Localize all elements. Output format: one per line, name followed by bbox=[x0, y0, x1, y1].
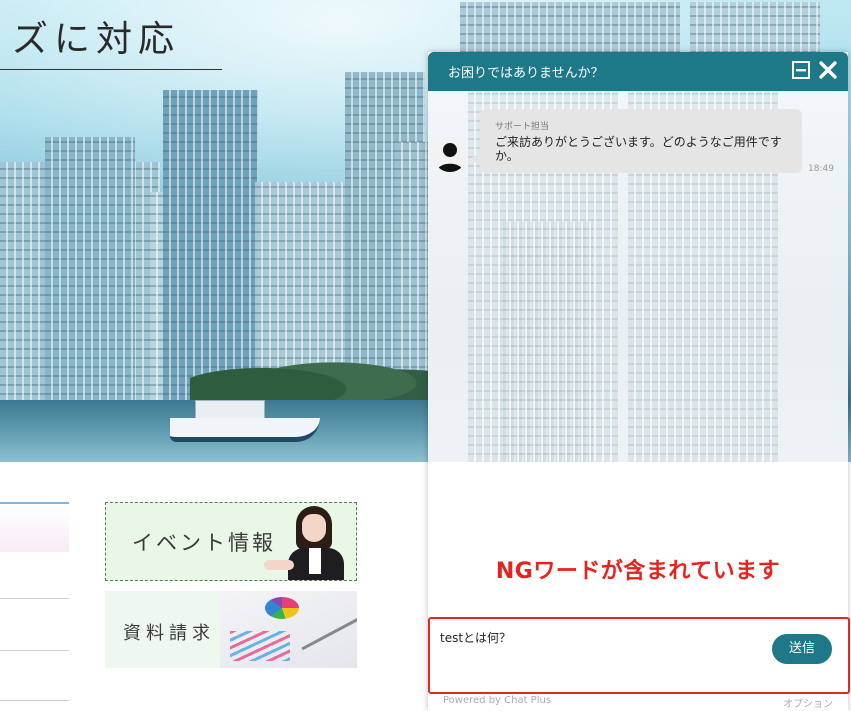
event-info-label: イベント情報 bbox=[132, 531, 276, 555]
bg-building bbox=[503, 221, 593, 462]
minimize-icon[interactable] bbox=[791, 60, 811, 80]
ng-word-warning: NGワードが含まれています bbox=[495, 559, 781, 584]
divider bbox=[0, 598, 69, 599]
event-info-banner[interactable]: イベント情報 bbox=[105, 502, 357, 581]
page-heading: ズに対応 bbox=[12, 19, 181, 60]
message-text: ご来訪ありがとうございます。どのようなご用件ですか。 bbox=[495, 135, 782, 163]
businesswoman-image bbox=[264, 504, 346, 580]
trees bbox=[190, 347, 430, 407]
chart-document-image bbox=[220, 591, 357, 668]
building bbox=[45, 137, 135, 402]
side-tab[interactable] bbox=[0, 502, 69, 552]
divider bbox=[0, 650, 69, 651]
send-button[interactable]: 送信 bbox=[772, 634, 832, 664]
message-input-text[interactable]: testとは何？ bbox=[440, 629, 511, 646]
chat-widget: お困りではありませんか？ サポート担当 ご来訪ありがとうございます。どのようなご… bbox=[428, 52, 850, 711]
chat-title: お困りではありませんか？ bbox=[448, 66, 604, 81]
sender-name: サポート担当 bbox=[495, 122, 550, 132]
chat-header: お困りではありませんか？ bbox=[428, 52, 848, 91]
boat-cabin bbox=[195, 400, 265, 420]
user-avatar-icon bbox=[433, 138, 467, 172]
option-link[interactable]: オプション bbox=[783, 695, 833, 710]
close-icon[interactable] bbox=[818, 60, 838, 80]
boat bbox=[170, 418, 320, 442]
divider bbox=[0, 700, 69, 701]
message-input[interactable]: testとは何？ 送信 bbox=[428, 617, 850, 694]
document-request-label: 資料請求 bbox=[123, 623, 215, 644]
chat-notice-area: NGワードが含まれています bbox=[428, 462, 848, 617]
chat-messages[interactable]: サポート担当 ご来訪ありがとうございます。どのようなご用件ですか。 18:49 bbox=[428, 91, 848, 462]
heading-underline: ズに対応 bbox=[0, 14, 222, 70]
message-time: 18:49 bbox=[808, 164, 834, 174]
document-request-banner[interactable]: 資料請求 bbox=[105, 591, 357, 668]
powered-by-link[interactable]: Powered by Chat Plus bbox=[443, 695, 551, 706]
message-bubble: サポート担当 ご来訪ありがとうございます。どのようなご用件ですか。 bbox=[480, 109, 802, 173]
